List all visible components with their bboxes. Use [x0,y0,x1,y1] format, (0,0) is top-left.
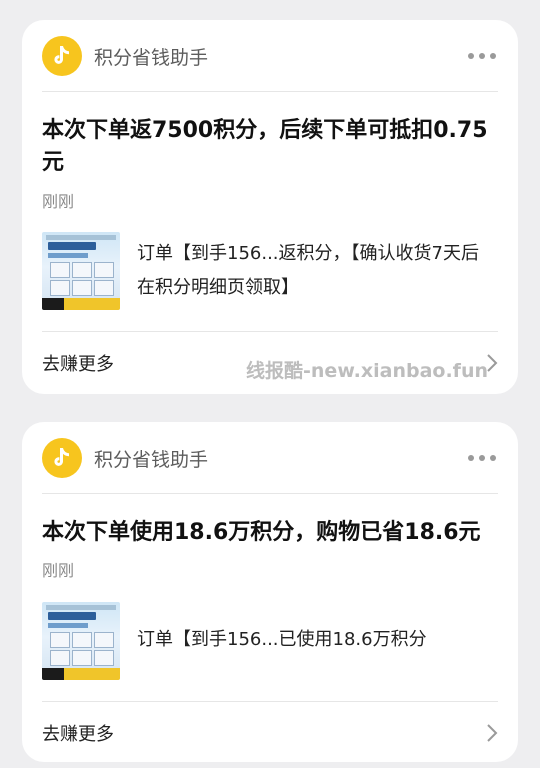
douyin-note-icon [42,438,82,478]
header-divider [42,493,498,494]
more-dots-icon[interactable] [466,45,498,67]
notification-time: 刚刚 [42,192,75,211]
footer-divider [42,331,498,332]
chevron-right-icon [486,723,498,743]
product-thumbnail[interactable] [42,602,120,680]
sender-name: 积分省钱助手 [94,448,209,471]
earn-more-label: 去赚更多 [42,354,114,375]
douyin-note-icon [42,36,82,76]
notification-card-1[interactable]: 积分省钱助手 本次下单返7500积分，后续下单可抵扣0.75元 刚刚 订单【到手… [22,20,518,394]
notification-title: 本次下单返7500积分，后续下单可抵扣0.75元 [42,118,488,175]
sender-name: 积分省钱助手 [94,46,209,69]
product-thumbnail[interactable] [42,232,120,310]
card-header: 积分省钱助手 [42,438,498,478]
order-description[interactable]: 订单【到手156...已使用18.6万积分 [137,623,494,657]
notification-title: 本次下单使用18.6万积分，购物已省18.6元 [42,520,481,545]
earn-more-label: 去赚更多 [42,724,114,745]
notification-time: 刚刚 [42,561,75,580]
more-dots-icon[interactable] [466,447,498,469]
footer-divider [42,701,498,702]
watermark-text: 线报酷-new.xianbao.fun [246,360,488,382]
order-description[interactable]: 订单【到手156...返积分，【确认收货7天后在积分明细页领取】 [137,237,494,305]
notification-card-2[interactable]: 积分省钱助手 本次下单使用18.6万积分，购物已省18.6元 刚刚 订单【到手1… [22,422,518,762]
header-divider [42,91,498,92]
card-header: 积分省钱助手 [42,36,498,76]
earn-more-link[interactable]: 去赚更多 [42,704,498,762]
